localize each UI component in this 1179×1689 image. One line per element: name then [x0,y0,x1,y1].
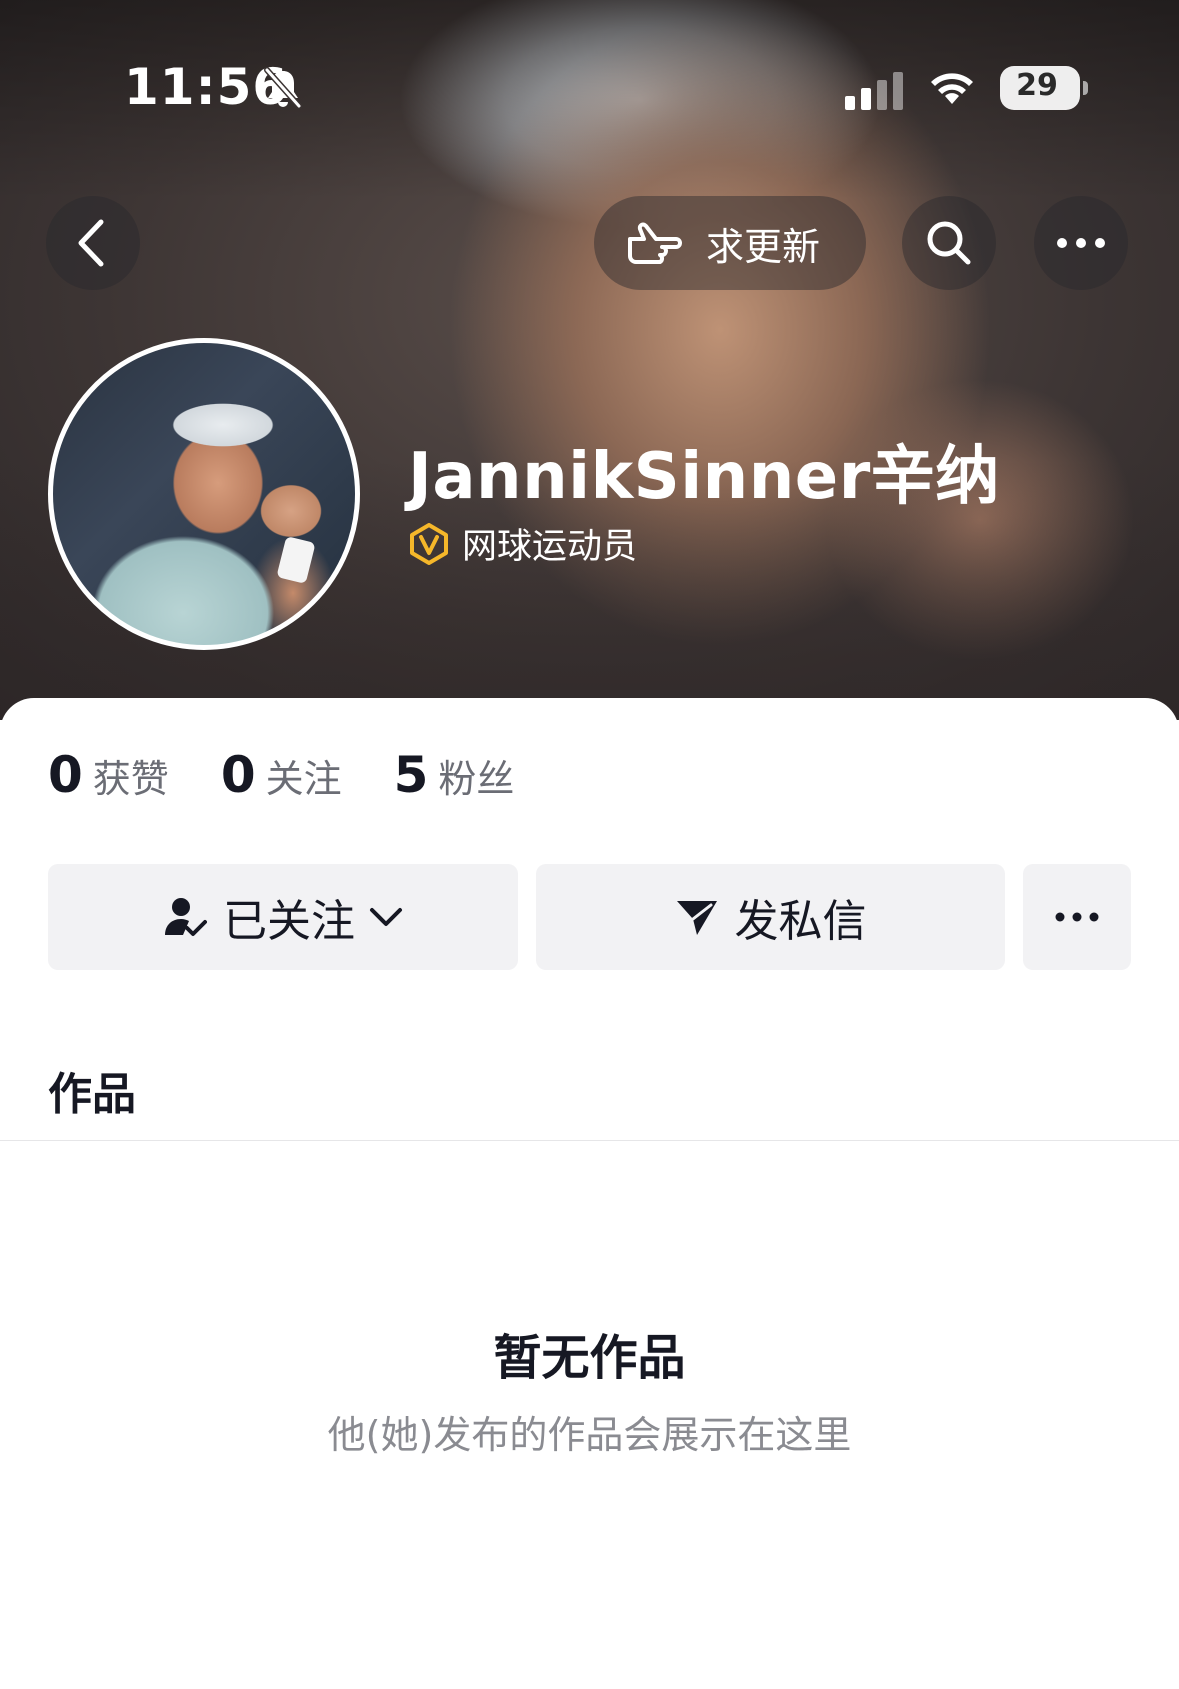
stat-label: 关注 [265,757,342,801]
verification-badge: 网球运动员 [408,518,637,569]
ellipsis-icon [1055,912,1099,922]
request-update-button[interactable]: 求更新 [594,196,866,290]
more-actions-button[interactable] [1023,864,1131,970]
empty-state-subtitle: 他(她)发布的作品会展示在这里 [327,1413,852,1457]
stat-number: 5 [393,746,429,804]
profile-content-card: 0 获赞 0 关注 5 粉丝 已关注 发私信 作品 暂无作品 他(她)发布的作品… [0,698,1179,1689]
stat-number: 0 [220,746,256,804]
followed-label: 已关注 [223,896,355,947]
profile-stats: 0 获赞 0 关注 5 粉丝 [48,746,566,804]
stat-following[interactable]: 0 关注 [221,746,342,804]
stat-followers[interactable]: 5 粉丝 [394,746,515,804]
bell-muted-icon [264,67,302,109]
tab-works[interactable]: 作品 [48,1058,136,1122]
followed-button[interactable]: 已关注 [48,864,518,970]
ellipsis-icon [1057,238,1105,248]
verification-label: 网球运动员 [462,527,638,567]
more-options-button[interactable] [1034,196,1128,290]
user-check-icon [165,898,207,936]
battery-level: 29 [1016,68,1058,103]
wifi-icon [931,73,973,104]
profile-name: JannikSinner辛纳 [408,440,1000,514]
cellular-signal-icon [845,72,903,110]
back-button[interactable] [46,196,140,290]
request-update-label: 求更新 [706,224,821,269]
chevron-down-icon [370,908,402,926]
tab-divider [0,1140,1179,1141]
stat-number: 0 [48,746,83,804]
profile-banner: 11:56 29 求更新 JannikSinner辛纳 网球运动员 [0,0,1179,720]
search-button[interactable] [902,196,996,290]
empty-state-title: 暂无作品 [493,1330,686,1386]
avatar[interactable] [48,338,360,650]
pointing-hand-icon [628,222,682,264]
chevron-left-icon [78,219,104,267]
battery-indicator: 29 [1000,66,1088,110]
verified-v-icon [410,522,448,565]
send-message-label: 发私信 [734,896,867,947]
stat-label: 粉丝 [438,757,515,801]
send-arrow-icon [676,901,717,935]
send-message-button[interactable]: 发私信 [536,864,1005,970]
stat-label: 获赞 [92,757,169,801]
search-icon [927,221,971,265]
avatar-wristband [276,535,316,585]
stat-likes[interactable]: 0 获赞 [48,746,169,804]
